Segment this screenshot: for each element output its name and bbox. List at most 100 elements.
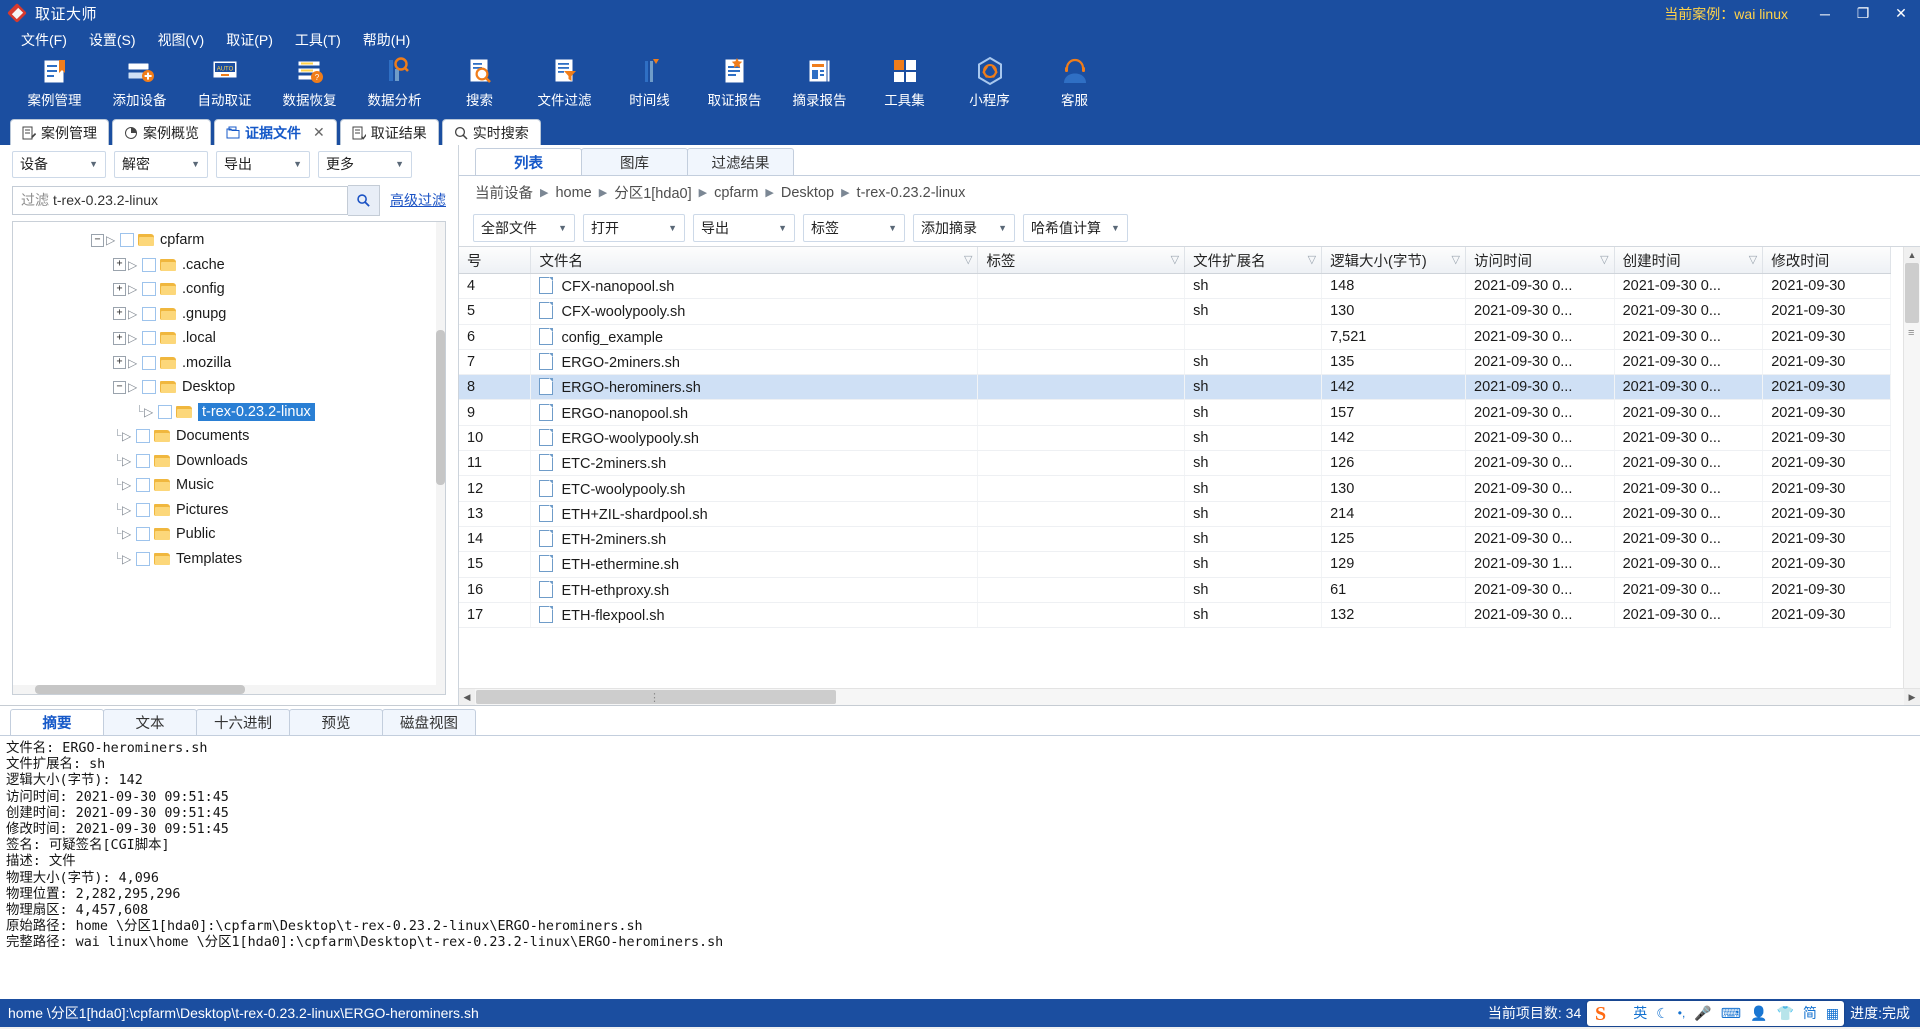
table-row[interactable]: 16 ETH-ethproxy.sh sh 61 2021-09-30 0... 2021… <box>459 577 1891 603</box>
table-row[interactable]: 14 ETH-2miners.sh sh 125 2021-09-30 0... 2021… <box>459 526 1891 553</box>
table-row[interactable]: 8 ERGO-herominers.sh sh 142 2021-09-30 0... 2… <box>459 374 1891 401</box>
tree-node-checkbox[interactable] <box>120 233 134 248</box>
tree-vertical-scrollbar[interactable] <box>436 222 445 694</box>
table-row[interactable]: 5 CFX-woolypooly.sh sh 130 2021-09-30 0... 20… <box>459 298 1891 325</box>
ribbon-miniapp-button[interactable]: ❮❯ 小程序 <box>947 54 1032 114</box>
tree-node-checkbox[interactable] <box>136 502 150 517</box>
ribbon-file-filter-button[interactable]: 文件过滤 <box>522 54 607 114</box>
table-row[interactable]: 15 ETH-ethermine.sh sh 129 2021-09-30 1... 20… <box>459 551 1891 578</box>
ribbon-data-recovery-button[interactable]: ? 数据恢复 <box>267 54 352 114</box>
ribbon-toolset-button[interactable]: 工具集 <box>862 54 947 114</box>
keyboard-icon[interactable]: ⌨ <box>1721 1005 1741 1022</box>
ribbon-support-button[interactable]: 客服 <box>1032 54 1117 114</box>
column-filter-icon[interactable]: ▽ <box>1749 253 1757 266</box>
ribbon-case-manage-button[interactable]: 案例管理 <box>12 54 97 114</box>
panel-icon[interactable]: ▦ <box>1826 1005 1839 1022</box>
ime-lang-label[interactable]: 英 <box>1633 1003 1647 1023</box>
column-header-6[interactable]: 创建时间 ▽ <box>1614 247 1764 274</box>
ribbon-forensics-report-button[interactable]: 取证报告 <box>692 54 777 114</box>
main-tab-1[interactable]: 案例概览 <box>112 119 211 145</box>
tree-node-.cache[interactable]: + ▷ .cache <box>13 253 445 278</box>
column-header-7[interactable]: 修改时间 <box>1762 247 1891 274</box>
table-row[interactable]: 6 config_example 7,521 2021-09-30 0... 2021-… <box>459 324 1891 350</box>
view-tab-0[interactable]: 列表 <box>475 148 582 175</box>
tree-node-Music[interactable]: └ ▷ Music <box>13 473 445 498</box>
tree-node-Pictures[interactable]: └ ▷ Pictures <box>13 498 445 523</box>
tree-filter-input[interactable]: 过滤 t-rex-0.23.2-linux <box>12 185 348 215</box>
table-row[interactable]: 4 CFX-nanopool.sh sh 148 2021-09-30 0... 2021… <box>459 273 1891 300</box>
tree-horizontal-scrollbar[interactable] <box>13 685 445 694</box>
tree-node-checkbox[interactable] <box>136 453 150 468</box>
menu-settings[interactable]: 设置(S) <box>78 27 147 53</box>
export-dropdown[interactable]: 导出 ▼ <box>693 213 795 242</box>
add-excerpt-dropdown[interactable]: 添加摘录 ▼ <box>913 213 1015 242</box>
scroll-left-icon[interactable]: ◀ <box>459 689 475 705</box>
tree-filter-search-button[interactable] <box>348 184 380 216</box>
tree-node-checkbox[interactable] <box>142 380 156 395</box>
table-vertical-scrollbar[interactable]: ▲ ≡ ▼ <box>1903 247 1920 705</box>
open-dropdown[interactable]: 打开 ▼ <box>583 213 685 242</box>
scroll-right-icon[interactable]: ▶ <box>1904 689 1920 705</box>
table-row[interactable]: 7 ERGO-2miners.sh sh 135 2021-09-30 0... 2021… <box>459 349 1891 376</box>
table-horizontal-scrollbar[interactable]: ◀ ⋮ ▶ <box>459 688 1920 705</box>
tree-node-checkbox[interactable] <box>136 551 150 566</box>
collapse-icon[interactable]: − <box>113 380 126 394</box>
main-tab-3[interactable]: 取证结果 <box>339 119 439 145</box>
column-header-5[interactable]: 访问时间 ▽ <box>1465 247 1615 274</box>
ribbon-excerpt-report-button[interactable]: 摘录报告 <box>777 54 862 114</box>
breadcrumb-item-0[interactable]: 当前设备 <box>475 182 533 203</box>
tree-node-Downloads[interactable]: └ ▷ Downloads <box>13 449 445 474</box>
expand-icon[interactable]: + <box>113 258 126 272</box>
column-filter-icon[interactable]: ▽ <box>1452 253 1460 266</box>
column-header-0[interactable]: 号 <box>459 247 532 274</box>
column-header-4[interactable]: 逻辑大小(字节) ▽ <box>1321 247 1467 274</box>
breadcrumb-item-5[interactable]: t-rex-0.23.2-linux <box>857 185 966 201</box>
tree-node-checkbox[interactable] <box>142 355 156 370</box>
detail-tab-4[interactable]: 磁盘视图 <box>382 709 476 735</box>
main-tab-4[interactable]: 实时搜索 <box>441 119 541 145</box>
ribbon-add-device-button[interactable]: 添加设备 <box>97 54 182 114</box>
ribbon-auto-forensics-button[interactable]: AUTO 自动取证 <box>182 54 267 114</box>
tree-node-.config[interactable]: + ▷ .config <box>13 277 445 302</box>
tree-node-checkbox[interactable] <box>136 429 150 444</box>
close-icon[interactable]: ✕ <box>313 124 325 141</box>
ime-tray[interactable]: S 英 ☾ •, 🎤 ⌨ 👤 👕 简 ▦ <box>1587 1000 1845 1026</box>
expand-icon[interactable]: + <box>113 282 126 296</box>
ribbon-data-analysis-button[interactable]: 数据分析 <box>352 54 437 114</box>
table-row[interactable]: 13 ETH+ZIL-shardpool.sh sh 214 2021-09-30 0.… <box>459 501 1891 527</box>
tree-node-checkbox[interactable] <box>136 527 150 542</box>
table-row[interactable]: 11 ETC-2miners.sh sh 126 2021-09-30 0... 2021… <box>459 450 1891 477</box>
mic-icon[interactable]: 🎤 <box>1694 1005 1711 1022</box>
expand-icon[interactable]: + <box>113 356 126 370</box>
tree-node-.local[interactable]: + ▷ .local <box>13 326 445 351</box>
table-row[interactable]: 12 ETC-woolypooly.sh sh 130 2021-09-30 0... 2… <box>459 475 1891 502</box>
column-filter-icon[interactable]: ▽ <box>1600 253 1608 266</box>
more-dropdown[interactable]: 更多 ▼ <box>318 150 412 178</box>
view-tab-1[interactable]: 图库 <box>581 148 688 175</box>
tree-node-checkbox[interactable] <box>142 331 156 346</box>
column-filter-icon[interactable]: ▽ <box>964 253 972 266</box>
menu-help[interactable]: 帮助(H) <box>352 27 421 53</box>
advanced-filter-link[interactable]: 高级过滤 <box>390 190 446 210</box>
column-header-1[interactable]: 文件名 ▽ <box>530 247 979 274</box>
breadcrumb-item-1[interactable]: home <box>555 185 591 201</box>
breadcrumb-item-4[interactable]: Desktop <box>781 185 834 201</box>
tree-node-Templates[interactable]: └ ▷ Templates <box>13 547 445 572</box>
tree-node-Desktop[interactable]: − ▷ Desktop <box>13 375 445 400</box>
tree-node-.gnupg[interactable]: + ▷ .gnupg <box>13 302 445 327</box>
moon-icon[interactable]: ☾ <box>1656 1005 1669 1022</box>
menu-file[interactable]: 文件(F) <box>10 27 78 53</box>
detail-tab-1[interactable]: 文本 <box>103 709 197 735</box>
breadcrumb-item-3[interactable]: cpfarm <box>714 185 758 201</box>
tree-node-checkbox[interactable] <box>142 282 156 297</box>
column-header-2[interactable]: 标签 ▽ <box>977 247 1186 274</box>
tree-node-cpfarm[interactable]: − ▷ cpfarm <box>13 228 445 253</box>
tree-node-Documents[interactable]: └ ▷ Documents <box>13 424 445 449</box>
sogou-logo-icon[interactable]: S <box>1592 1001 1622 1025</box>
detail-tab-0[interactable]: 摘要 <box>10 709 104 735</box>
tag-dropdown[interactable]: 标签 ▼ <box>803 213 905 242</box>
tree-node-Public[interactable]: └ ▷ Public <box>13 522 445 547</box>
scroll-up-icon[interactable]: ▲ <box>1904 247 1920 263</box>
ime-simplified-label[interactable]: 简 <box>1803 1003 1817 1023</box>
device-dropdown[interactable]: 设备 ▼ <box>12 150 106 178</box>
